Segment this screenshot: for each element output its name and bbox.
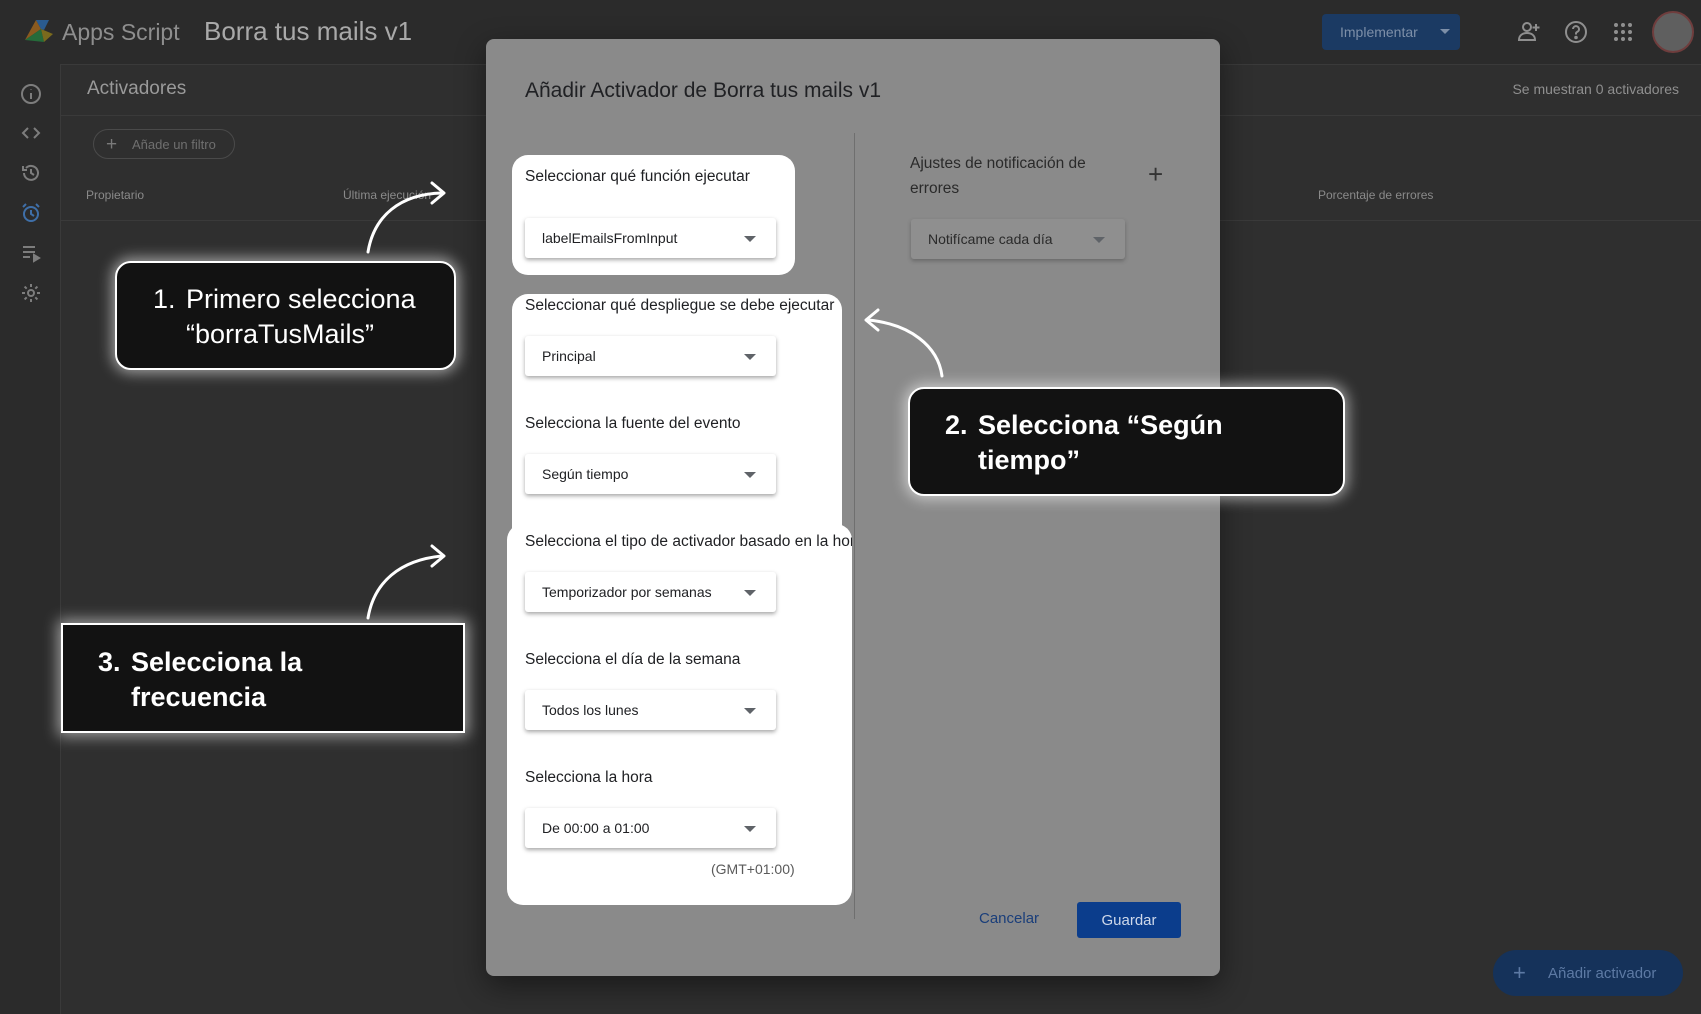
- deployment-label: Seleccionar qué despliegue se debe ejecu…: [525, 297, 835, 314]
- save-button-label: Guardar: [1101, 912, 1157, 929]
- callout-text-line: frecuencia: [131, 682, 267, 712]
- callout-step-1: 1. Primero selecciona “borraTusMails”: [115, 261, 456, 370]
- arrow-icon: [366, 544, 446, 620]
- history-icon[interactable]: [20, 162, 42, 184]
- weekday-select[interactable]: Todos los lunes: [525, 690, 776, 730]
- function-select[interactable]: labelEmailsFromInput: [525, 218, 776, 258]
- info-icon[interactable]: [20, 83, 42, 105]
- callout-text-line: “borraTusMails”: [186, 319, 375, 349]
- deployment-select[interactable]: Principal: [525, 336, 776, 376]
- callout-text-line: tiempo”: [978, 445, 1081, 475]
- add-person-icon[interactable]: [1515, 18, 1543, 46]
- apps-grid-icon[interactable]: [1609, 18, 1637, 46]
- app-name[interactable]: Apps Script: [62, 19, 180, 46]
- trigger-count: Se muestran 0 activadores: [1512, 81, 1679, 97]
- chevron-down-icon: [744, 826, 756, 832]
- apps-script-logo-icon: [25, 20, 53, 42]
- callout-number: 3.: [98, 647, 121, 677]
- settings-icon[interactable]: [20, 282, 42, 304]
- event-source-select[interactable]: Según tiempo: [525, 454, 776, 494]
- weekday-select-value: Todos los lunes: [542, 702, 639, 718]
- avatar[interactable]: [1652, 11, 1694, 53]
- column-header-owner[interactable]: Propietario: [86, 188, 144, 202]
- chevron-down-icon: [744, 590, 756, 596]
- save-button[interactable]: Guardar: [1077, 902, 1181, 938]
- callout-step-2: 2. Selecciona “Según tiempo”: [908, 387, 1345, 496]
- chevron-down-icon: [1434, 23, 1450, 41]
- executions-icon[interactable]: [20, 242, 42, 264]
- callout-text-line: Selecciona la: [131, 647, 303, 677]
- page-title: Activadores: [87, 78, 187, 99]
- arrow-icon: [864, 308, 944, 378]
- add-trigger-button[interactable]: + Añadir activador: [1493, 950, 1683, 996]
- function-select-value: labelEmailsFromInput: [542, 230, 678, 246]
- add-trigger-dialog: Añadir Activador de Borra tus mails v1 S…: [486, 39, 1220, 976]
- callout-step-3: 3. Selecciona la frecuencia: [61, 623, 465, 733]
- callout-number: 2.: [945, 410, 968, 440]
- help-icon[interactable]: [1562, 18, 1590, 46]
- weekday-label: Selecciona el día de la semana: [525, 651, 741, 668]
- event-source-label: Selecciona la fuente del evento: [525, 415, 741, 432]
- add-notification-icon[interactable]: +: [1148, 161, 1163, 187]
- chevron-down-icon: [744, 236, 756, 242]
- plus-icon: +: [106, 134, 118, 155]
- hour-select-value: De 00:00 a 01:00: [542, 820, 650, 836]
- add-filter-label: Añade un filtro: [132, 137, 216, 152]
- chevron-down-icon: [1093, 237, 1105, 243]
- plus-icon: +: [1513, 960, 1526, 985]
- add-trigger-label: Añadir activador: [1548, 965, 1657, 982]
- chevron-down-icon: [744, 472, 756, 478]
- column-header-error-rate[interactable]: Porcentaje de errores: [1318, 188, 1433, 202]
- notification-settings-title: Ajustes de notificación de errores: [910, 155, 1086, 197]
- sidebar: [0, 64, 61, 1014]
- function-label: Seleccionar qué función ejecutar: [525, 168, 750, 185]
- divider: [854, 133, 855, 919]
- deploy-button[interactable]: Implementar: [1322, 14, 1460, 50]
- time-trigger-type-label: Selecciona el tipo de activador basado e…: [525, 533, 852, 550]
- chevron-down-icon: [744, 354, 756, 360]
- alarm-clock-icon[interactable]: [20, 202, 42, 224]
- project-title[interactable]: Borra tus mails v1: [204, 16, 412, 47]
- callout-number: 1.: [153, 284, 176, 314]
- arrow-icon: [366, 181, 446, 254]
- time-trigger-type-select[interactable]: Temporizador por semanas: [525, 572, 776, 612]
- hour-select[interactable]: De 00:00 a 01:00: [525, 808, 776, 848]
- callout-text-line: Selecciona “Según: [978, 410, 1223, 440]
- deploy-button-label: Implementar: [1340, 24, 1418, 40]
- cancel-button[interactable]: Cancelar: [979, 910, 1039, 927]
- add-filter-button[interactable]: + Añade un filtro: [93, 129, 235, 159]
- deployment-select-value: Principal: [542, 348, 596, 364]
- callout-text-line: Primero selecciona: [186, 284, 416, 314]
- notification-frequency-value: Notifícame cada día: [928, 231, 1053, 247]
- chevron-down-icon: [744, 708, 756, 714]
- hour-label: Selecciona la hora: [525, 769, 653, 786]
- time-trigger-type-select-value: Temporizador por semanas: [542, 584, 712, 600]
- dialog-title: Añadir Activador de Borra tus mails v1: [525, 79, 881, 102]
- notification-frequency-select[interactable]: Notifícame cada día: [911, 219, 1125, 259]
- timezone-label: (GMT+01:00): [711, 861, 795, 877]
- code-icon[interactable]: [20, 122, 42, 144]
- event-source-select-value: Según tiempo: [542, 466, 629, 482]
